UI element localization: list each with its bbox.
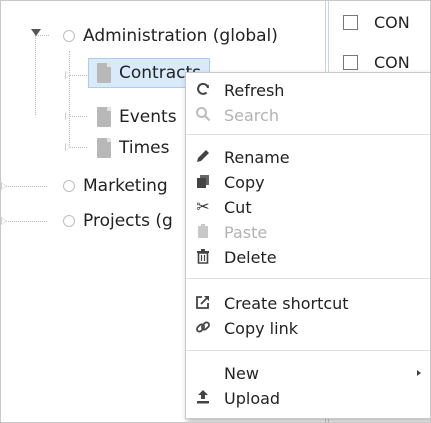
tree-guide-child-2-h <box>69 116 87 117</box>
menu-item-label: New <box>224 363 259 383</box>
tree-item-marketing[interactable]: Marketing <box>63 171 168 201</box>
document-icon <box>97 63 111 83</box>
tree-item-label: Times <box>119 138 170 158</box>
link-icon <box>194 319 212 338</box>
tree-guide-root-2 <box>3 186 47 187</box>
menu-item-paste: Paste <box>186 220 430 244</box>
expand-arrow-icon[interactable] <box>65 71 71 79</box>
row-checkbox[interactable] <box>343 14 358 30</box>
list-item-label: CON <box>374 12 410 32</box>
menu-item-copy[interactable]: Copy <box>186 170 430 194</box>
menu-separator <box>186 278 430 279</box>
collapse-arrow-icon[interactable] <box>31 29 41 36</box>
menu-item-cut[interactable]: ✂ Cut <box>186 195 430 219</box>
expand-arrow-icon[interactable] <box>1 182 7 190</box>
document-icon <box>97 138 111 158</box>
menu-item-upload[interactable]: Upload <box>186 386 430 410</box>
menu-item-delete[interactable]: Delete <box>186 245 430 269</box>
tree-item-administration[interactable]: Administration (global) <box>63 21 278 51</box>
expand-arrow-icon[interactable] <box>65 112 71 120</box>
tree-guide-child-1-h <box>69 75 87 76</box>
expand-arrow-icon[interactable] <box>1 217 7 225</box>
copy-icon <box>194 173 212 192</box>
tree-guide-root-3 <box>3 221 47 222</box>
menu-item-copy-link[interactable]: Copy link <box>186 316 430 340</box>
expand-arrow-icon[interactable] <box>65 143 71 151</box>
menu-item-label: Copy link <box>224 318 298 338</box>
menu-item-label: Delete <box>224 247 277 267</box>
circle-icon <box>63 180 75 192</box>
menu-item-new[interactable]: New <box>186 361 430 385</box>
menu-item-label: Cut <box>224 197 252 217</box>
menu-item-label: Copy <box>224 172 265 192</box>
pencil-icon <box>194 148 212 167</box>
tree-item-label: Events <box>119 107 177 127</box>
tree-guide-child-3-h <box>69 147 87 148</box>
document-icon <box>97 107 111 127</box>
refresh-icon <box>194 81 212 100</box>
menu-separator <box>186 134 430 135</box>
menu-item-label: Upload <box>224 388 281 408</box>
menu-item-label: Search <box>224 105 279 125</box>
file-manager-window: Administration (global) Contracts Events… <box>0 0 431 423</box>
circle-icon <box>63 30 75 42</box>
tree-item-label: Administration (global) <box>83 26 278 46</box>
menu-separator <box>186 350 430 351</box>
menu-item-label: Rename <box>224 147 290 167</box>
tree-guide-vertical <box>35 35 36 115</box>
tree-item-label: Marketing <box>83 176 168 196</box>
tree-item-projects[interactable]: Projects (g <box>63 206 173 236</box>
trash-icon <box>194 248 212 267</box>
menu-item-refresh[interactable]: Refresh <box>186 78 430 102</box>
shortcut-icon <box>194 294 212 313</box>
menu-item-search: Search <box>186 103 430 127</box>
menu-item-label: Refresh <box>224 80 285 100</box>
tree-item-times[interactable]: Times <box>97 133 169 163</box>
upload-icon <box>194 389 212 408</box>
menu-item-rename[interactable]: Rename <box>186 145 430 169</box>
list-item-label: CON <box>374 52 410 72</box>
menu-item-create-shortcut[interactable]: Create shortcut <box>186 291 430 315</box>
list-item[interactable]: CON <box>343 7 410 37</box>
scissors-icon: ✂ <box>196 197 210 216</box>
row-checkbox[interactable] <box>343 54 358 70</box>
menu-item-label: Create shortcut <box>224 293 349 313</box>
tree-item-events[interactable]: Events <box>97 102 177 132</box>
context-menu: Refresh Search Rename Copy ✂ Cut Paste D… <box>185 72 430 419</box>
tree-item-label: Projects (g <box>83 211 173 231</box>
tree-guide-child-1 <box>69 51 70 147</box>
submenu-arrow-icon <box>417 370 421 376</box>
circle-icon <box>63 215 75 227</box>
clipboard-icon <box>194 223 212 242</box>
search-icon <box>194 106 212 125</box>
menu-item-label: Paste <box>224 222 268 242</box>
